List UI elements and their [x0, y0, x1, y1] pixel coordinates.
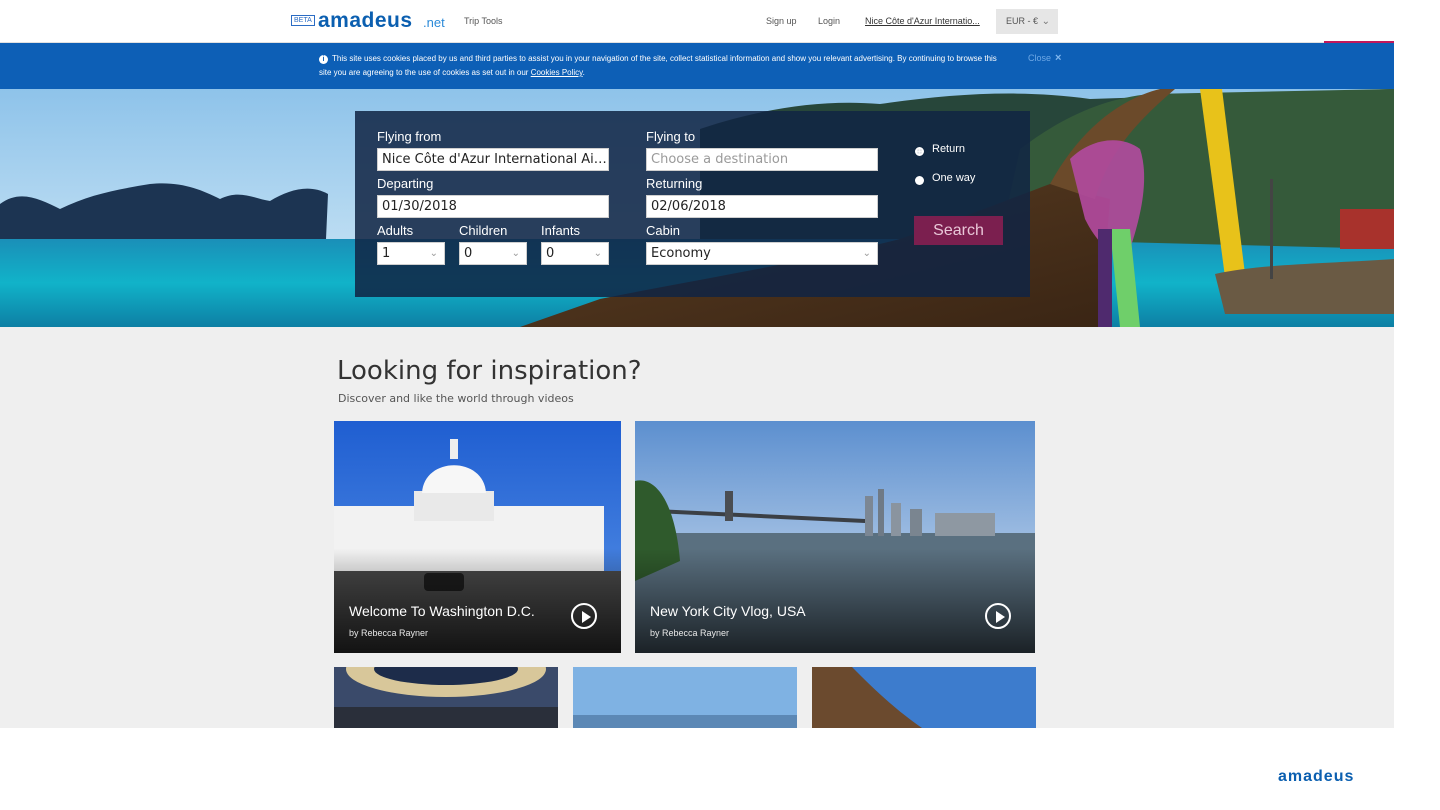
video-card[interactable]: [334, 667, 558, 728]
children-value: 0: [464, 246, 473, 261]
video-card[interactable]: Welcome To Washington D.C. by Rebecca Ra…: [334, 421, 621, 653]
video-title[interactable]: New York City Vlog, USA: [650, 603, 806, 619]
top-navigation: BETA amadeus .net Trip Tools Sign up Log…: [0, 0, 1394, 43]
currency-selector[interactable]: EUR - € ⌄: [996, 9, 1058, 34]
return-label[interactable]: Return: [932, 143, 965, 155]
return-radio[interactable]: [915, 147, 924, 156]
play-icon[interactable]: [985, 603, 1011, 629]
cliff-thumbnail: [812, 667, 1036, 728]
cabin-value: Economy: [651, 246, 711, 261]
video-card[interactable]: [812, 667, 1036, 728]
cookies-policy-link[interactable]: Cookies Policy: [531, 68, 583, 77]
video-card[interactable]: [573, 667, 797, 728]
amadeus-logo[interactable]: amadeus: [318, 9, 413, 33]
one-way-label[interactable]: One way: [932, 172, 975, 184]
close-icon: ×: [1055, 52, 1062, 64]
adults-value: 1: [382, 246, 391, 261]
video-author: by Rebecca Rayner: [650, 628, 730, 638]
chevron-down-icon: ⌄: [593, 248, 602, 259]
beta-badge: BETA: [291, 15, 315, 26]
search-button[interactable]: Search: [914, 216, 1003, 245]
play-icon[interactable]: [571, 603, 597, 629]
returning-label: Returning: [646, 176, 703, 191]
chevron-down-icon: ⌄: [862, 248, 871, 259]
chevron-down-icon: ⌄: [1041, 16, 1050, 27]
flying-from-input[interactable]: Nice Côte d'Azur International Air...: [377, 148, 609, 171]
currency-label: EUR - €: [1006, 16, 1039, 26]
inspiration-heading: Looking for inspiration?: [337, 356, 642, 386]
cookie-text: This site uses cookies placed by us and …: [319, 54, 997, 77]
cookie-message: i This site uses cookies placed by us and…: [319, 52, 1009, 80]
adults-select[interactable]: 1 ⌄: [377, 242, 445, 265]
one-way-radio[interactable]: [915, 176, 924, 185]
video-card[interactable]: New York City Vlog, USA by Rebecca Rayne…: [635, 421, 1035, 653]
cookie-close-button[interactable]: Close ×: [1028, 52, 1061, 64]
flying-from-label: Flying from: [377, 129, 442, 144]
cookie-banner: i This site uses cookies placed by us and…: [0, 43, 1394, 89]
departing-date-input[interactable]: 01/30/2018: [377, 195, 609, 218]
cookie-close-label: Close: [1028, 53, 1052, 63]
logo-net-suffix[interactable]: .net: [423, 15, 445, 30]
amadeus-brand-logo: amadeus: [1278, 768, 1355, 785]
sign-up-link[interactable]: Sign up: [766, 16, 797, 26]
inspiration-subtitle: Discover and like the world through vide…: [338, 392, 574, 405]
info-icon: i: [319, 55, 328, 64]
infants-select[interactable]: 0 ⌄: [541, 242, 609, 265]
returning-date-input[interactable]: 02/06/2018: [646, 195, 878, 218]
flying-to-label: Flying to: [646, 129, 696, 144]
cookie-text-end: .: [582, 68, 585, 77]
departing-label: Departing: [377, 176, 434, 191]
infants-value: 0: [546, 246, 555, 261]
children-label: Children: [459, 223, 508, 238]
children-select[interactable]: 0 ⌄: [459, 242, 527, 265]
video-author: by Rebecca Rayner: [349, 628, 429, 638]
chevron-down-icon: ⌄: [511, 248, 520, 259]
sky-thumbnail: [573, 667, 797, 728]
browser-viewport: BETA amadeus .net Trip Tools Sign up Log…: [0, 0, 1394, 728]
interior-dome-thumbnail: [334, 667, 558, 728]
cabin-select[interactable]: Economy ⌄: [646, 242, 878, 265]
chevron-down-icon: ⌄: [429, 248, 438, 259]
login-link[interactable]: Login: [818, 16, 840, 26]
adults-label: Adults: [377, 223, 414, 238]
video-title[interactable]: Welcome To Washington D.C.: [349, 603, 535, 619]
flying-to-input[interactable]: Choose a destination: [646, 148, 878, 171]
home-airport-link[interactable]: Nice Côte d'Azur Internatio...: [865, 16, 983, 26]
infants-label: Infants: [541, 223, 581, 238]
trip-tools-link[interactable]: Trip Tools: [464, 16, 503, 26]
cabin-label: Cabin: [646, 223, 680, 238]
